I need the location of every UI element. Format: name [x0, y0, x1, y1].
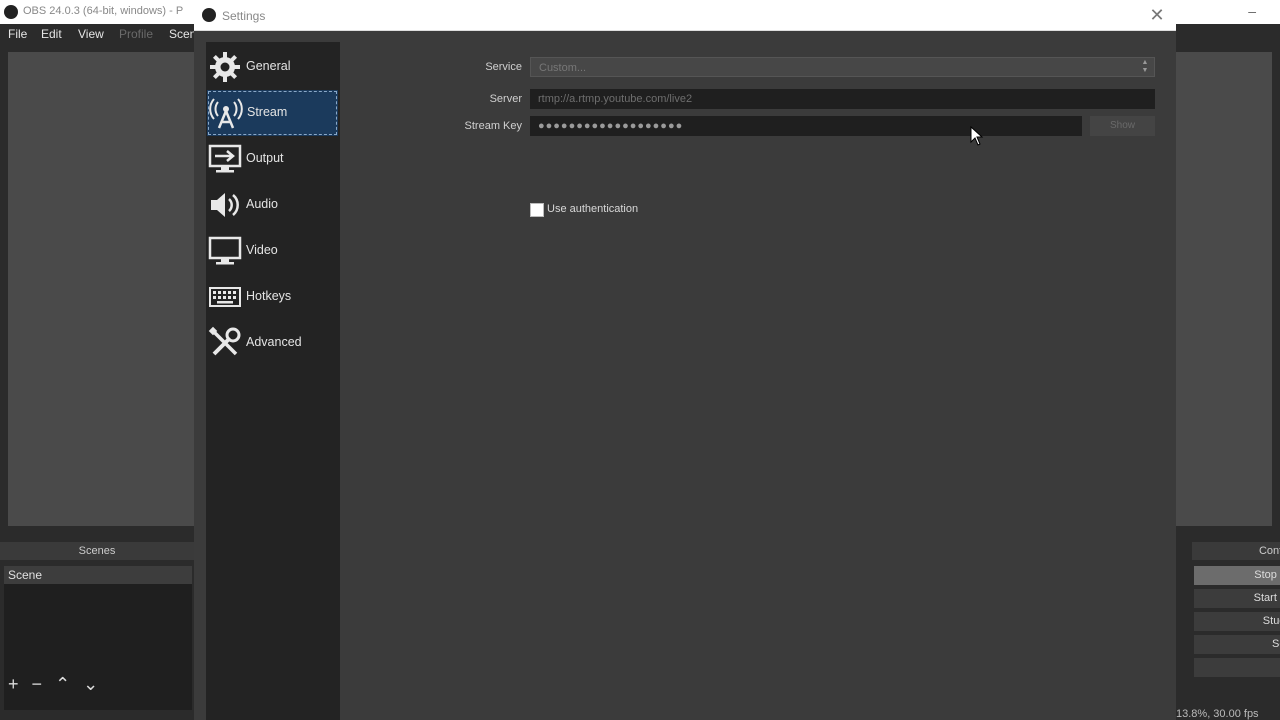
stream-key-label: Stream Key [464, 120, 522, 132]
menu-profile[interactable]: Profile [119, 27, 153, 41]
obs-logo-icon [4, 5, 18, 19]
remove-scene-icon[interactable]: − [32, 674, 43, 694]
studio-mode-button[interactable]: Studio [1194, 612, 1280, 631]
preview-area-right [1176, 52, 1272, 526]
menu-file[interactable]: File [8, 27, 27, 41]
service-label: Service [485, 61, 522, 73]
tools-icon [208, 326, 242, 360]
status-bar-text: 13.8%, 30.00 fps [1176, 708, 1259, 720]
stream-key-input[interactable]: ●●●●●●●●●●●●●●●●●●● [530, 116, 1082, 136]
scenes-dock-title: Scenes [0, 542, 194, 560]
menu-view[interactable]: View [78, 27, 104, 41]
mouse-cursor-icon [970, 125, 984, 146]
settings-title: Settings [222, 9, 266, 23]
sidebar-item-video[interactable]: Video [206, 228, 340, 274]
settings-button[interactable]: Setti [1194, 635, 1280, 654]
service-value: Custom... [539, 62, 587, 74]
keyboard-icon [208, 280, 242, 314]
settings-sidebar: General Stream Output Audio Video Hotkey… [206, 42, 340, 720]
sidebar-item-advanced[interactable]: Advanced [206, 320, 340, 366]
settings-titlebar: Settings ✕ [194, 0, 1176, 31]
main-window-title: OBS 24.0.3 (64-bit, windows) - P [23, 5, 184, 17]
menu-scene-collection[interactable]: Scen [169, 27, 196, 41]
scenes-dock: Scenes Scene + − ⌃ ⌄ [0, 540, 194, 720]
add-scene-icon[interactable]: + [8, 674, 19, 694]
sidebar-item-label: General [246, 59, 291, 73]
controls-dock: Contro Stop Str Start Re Studio Setti Ex [1176, 540, 1280, 720]
move-down-icon[interactable]: ⌄ [83, 674, 98, 694]
minimize-button[interactable]: – [1248, 3, 1256, 19]
service-select[interactable]: Custom... ▲ ▼ [530, 57, 1155, 77]
close-icon[interactable]: ✕ [1146, 4, 1168, 26]
sidebar-item-stream[interactable]: Stream [207, 90, 338, 136]
scenes-toolbar: + − ⌃ ⌄ [8, 674, 106, 695]
monitor-output-icon [208, 142, 242, 176]
sidebar-item-label: Audio [246, 197, 278, 211]
obs-logo-icon [202, 8, 216, 22]
gear-icon [208, 50, 242, 84]
show-key-button[interactable]: Show [1090, 116, 1155, 136]
sidebar-item-label: Video [246, 243, 278, 257]
settings-dialog: Settings ✕ General Stream Output Audio V… [194, 0, 1176, 720]
chevron-updown-icon: ▲ ▼ [1141, 59, 1149, 74]
server-input[interactable]: rtmp://a.rtmp.youtube.com/live2 [530, 89, 1155, 109]
stream-settings-panel: Service Custom... ▲ ▼ Server rtmp://a.rtm… [340, 42, 1176, 720]
move-up-icon[interactable]: ⌃ [55, 674, 70, 694]
antenna-icon [209, 96, 243, 130]
start-recording-button[interactable]: Start Re [1194, 589, 1280, 608]
sidebar-item-label: Stream [247, 105, 288, 119]
exit-button[interactable]: Ex [1194, 658, 1280, 677]
sidebar-item-label: Hotkeys [246, 289, 292, 303]
sidebar-item-hotkeys[interactable]: Hotkeys [206, 274, 340, 320]
sidebar-item-label: Output [246, 151, 284, 165]
server-label: Server [489, 93, 522, 105]
sidebar-item-label: Advanced [246, 335, 302, 349]
sidebar-item-general[interactable]: General [206, 44, 340, 90]
scene-list-item[interactable]: Scene [4, 566, 192, 584]
menu-edit[interactable]: Edit [41, 27, 62, 41]
controls-dock-title: Contro [1192, 542, 1280, 560]
monitor-icon [208, 234, 242, 268]
sidebar-item-audio[interactable]: Audio [206, 182, 340, 228]
use-authentication-checkbox[interactable] [530, 203, 544, 217]
preview-area [8, 52, 194, 526]
speaker-icon [208, 188, 242, 222]
sidebar-item-output[interactable]: Output [206, 136, 340, 182]
use-authentication-label: Use authentication [547, 203, 639, 215]
stop-streaming-button[interactable]: Stop Str [1194, 566, 1280, 585]
